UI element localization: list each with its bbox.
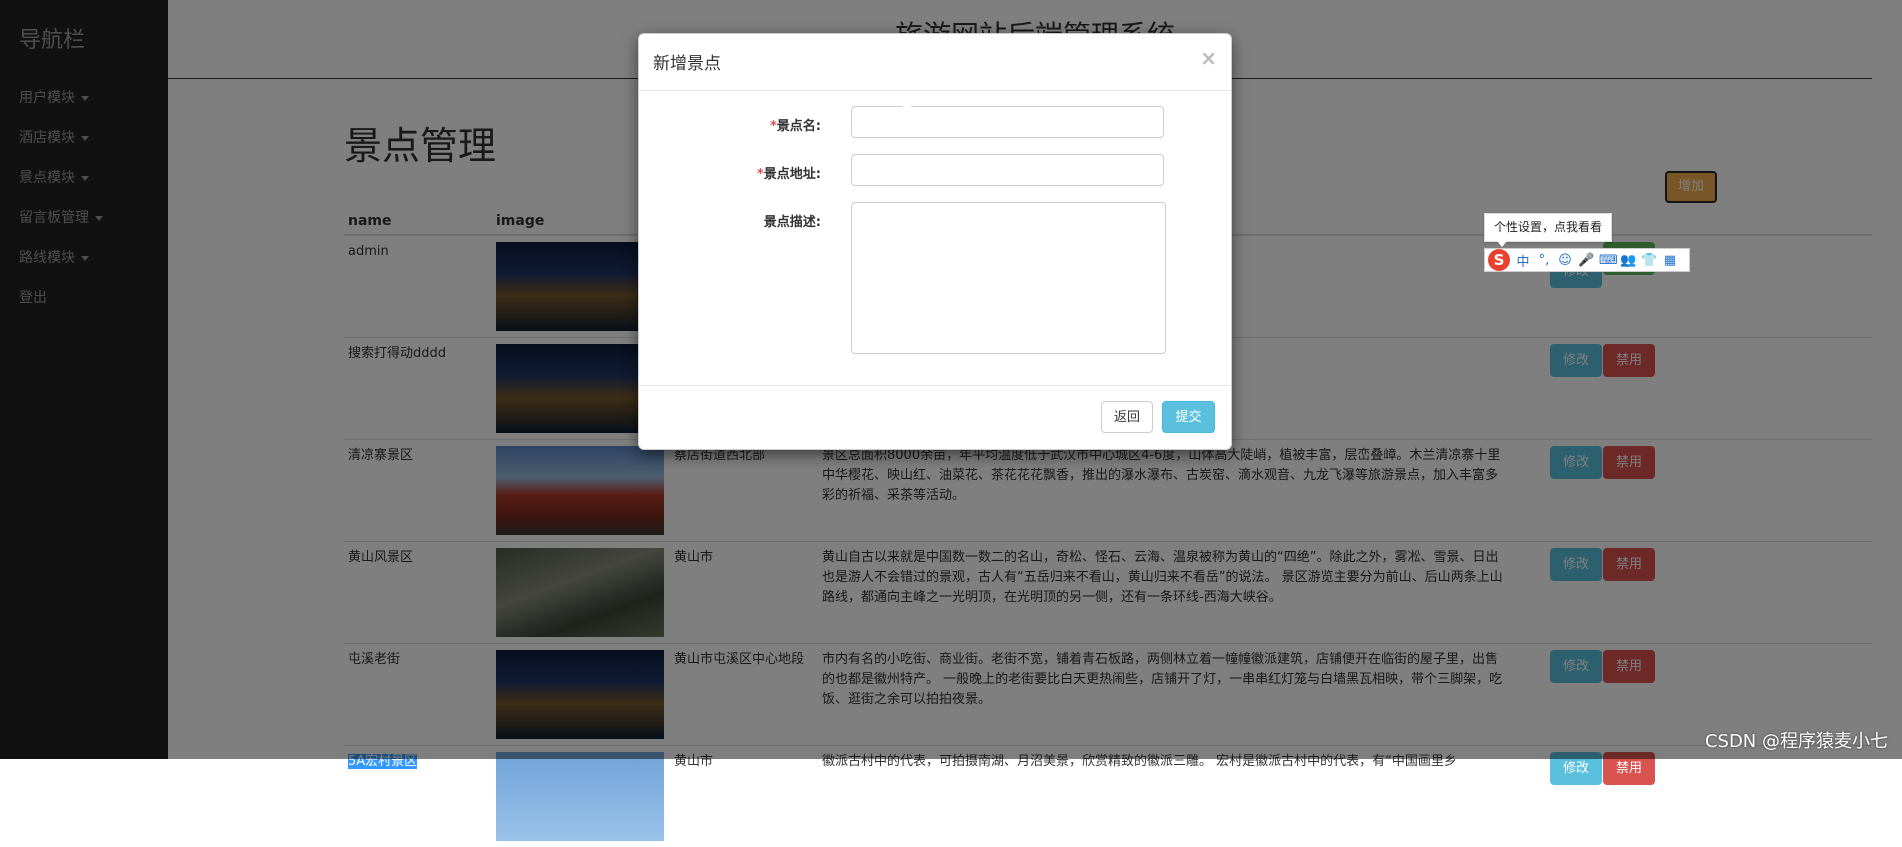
- scenic-address-label: *景点地址:: [757, 163, 821, 182]
- scenic-name-label: *景点名:: [770, 115, 821, 134]
- scenic-desc-label: 景点描述:: [764, 211, 821, 230]
- emoji-icon[interactable]: ☺: [1557, 253, 1573, 268]
- cell-desc: 徽派古村中的代表，可拍摄南湖、月沼美景，欣赏精致的徽派三雕。 宏村是徽派古村中的…: [818, 746, 1514, 847]
- cell-actions: 修改禁用: [1514, 746, 1872, 847]
- required-mark: *: [770, 119, 777, 134]
- back-button[interactable]: 返回: [1101, 401, 1153, 433]
- modal-title: 新增景点: [653, 49, 721, 74]
- sogou-logo-icon[interactable]: S: [1488, 249, 1510, 271]
- punctuation-icon[interactable]: °,: [1536, 253, 1552, 268]
- submit-button[interactable]: 提交: [1162, 401, 1215, 433]
- skin-icon[interactable]: 👕: [1641, 253, 1657, 268]
- microphone-icon[interactable]: 🎤: [1578, 253, 1594, 268]
- scenic-desc-textarea[interactable]: [851, 202, 1166, 354]
- ime-tooltip: 个性设置，点我看看: [1484, 213, 1612, 242]
- scenic-name-input[interactable]: [851, 106, 1164, 138]
- keyboard-icon[interactable]: ⌨: [1599, 253, 1615, 268]
- modal-footer: 返回 提交: [639, 385, 1231, 450]
- ime-toolbar[interactable]: S 中 °, ☺ 🎤 ⌨ 👥 👕 ▦: [1484, 248, 1690, 272]
- scenic-address-input[interactable]: [851, 154, 1164, 186]
- cell-name: 5A宏村景区: [344, 746, 492, 847]
- modal-header: 新增景点 ×: [639, 34, 1231, 91]
- close-icon[interactable]: ×: [1200, 46, 1217, 70]
- user-icon[interactable]: 👥: [1620, 253, 1636, 268]
- scenic-image: [496, 752, 664, 841]
- watermark: CSDN @程序猿麦小七: [1705, 727, 1888, 753]
- cell-image: [492, 746, 670, 847]
- add-scenic-modal: 新增景点 × *景点名: *景点地址: 景点描述: 返回 提交: [638, 33, 1232, 450]
- table-row: 5A宏村景区 黄山市 徽派古村中的代表，可拍摄南湖、月沼美景，欣赏精致的徽派三雕…: [344, 746, 1872, 847]
- toolbox-icon[interactable]: ▦: [1662, 253, 1678, 268]
- chinese-mode-icon[interactable]: 中: [1515, 251, 1531, 270]
- cell-address: 黄山市: [670, 746, 818, 847]
- required-mark: *: [757, 167, 764, 182]
